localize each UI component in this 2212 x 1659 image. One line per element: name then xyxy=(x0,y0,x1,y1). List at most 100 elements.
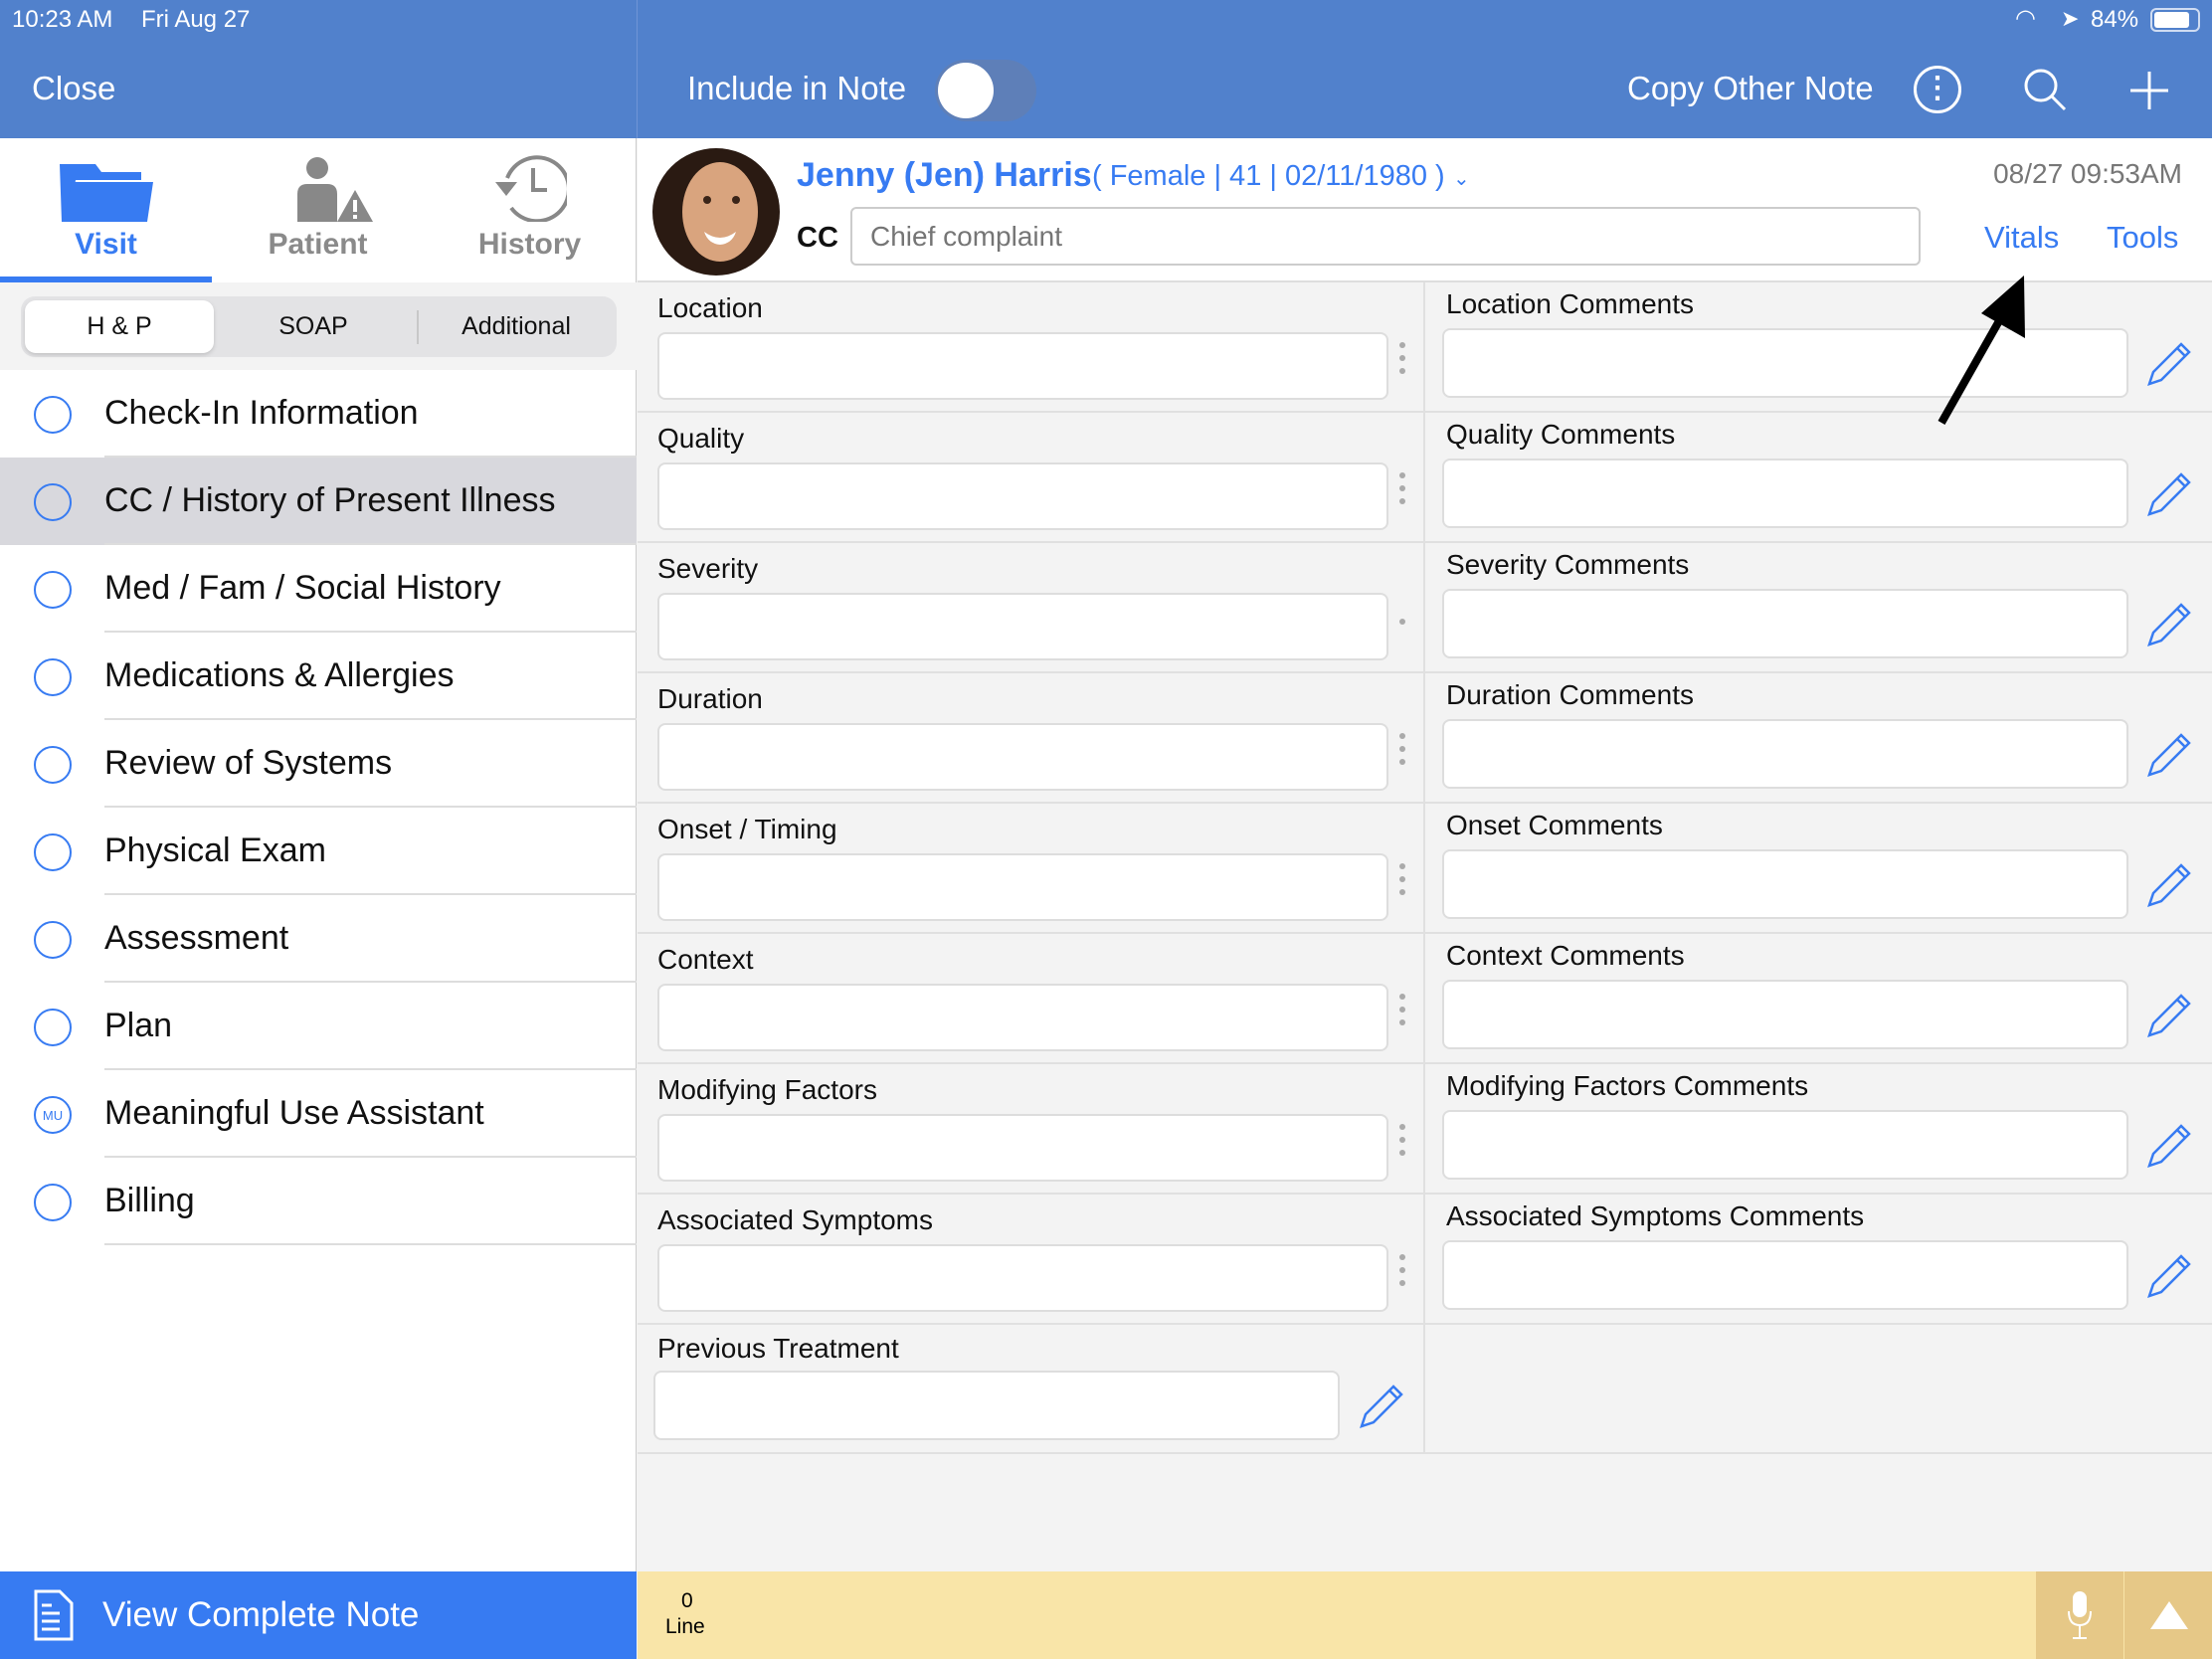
tab-visit[interactable]: Visit xyxy=(0,138,212,282)
segment-soap[interactable]: SOAP xyxy=(214,300,413,353)
include-in-note-toggle[interactable] xyxy=(935,60,1036,121)
expand-up-button[interactable] xyxy=(2124,1571,2212,1659)
sidebar-item-assessment[interactable]: Assessment xyxy=(0,895,637,983)
field-label: Onset / Timing xyxy=(657,814,837,844)
sidebar-item-check-in-information[interactable]: Check-In Information xyxy=(0,370,637,458)
sidebar-item-physical-exam[interactable]: Physical Exam xyxy=(0,808,637,895)
segment-additional[interactable]: Additional xyxy=(419,300,614,353)
field-label: Location xyxy=(657,292,763,323)
field-input[interactable] xyxy=(657,1244,1388,1312)
pencil-icon[interactable] xyxy=(2143,729,2195,781)
sidebar-item-label: Physical Exam xyxy=(104,831,326,869)
drag-handle-icon[interactable] xyxy=(1399,1254,1405,1293)
sidebar-item-medications-allergies[interactable]: Medications & Allergies xyxy=(0,633,637,720)
field-label: Severity xyxy=(657,553,759,584)
comments-input[interactable] xyxy=(1442,1110,2128,1180)
close-button[interactable]: Close xyxy=(32,70,115,107)
field-label: Context xyxy=(657,944,754,975)
sidebar: Visit Patient History H & P SOAP Additio… xyxy=(0,138,637,1571)
drag-handle-icon[interactable] xyxy=(1399,619,1405,632)
sidebar-item-plan[interactable]: Plan xyxy=(0,983,637,1070)
drag-handle-icon[interactable] xyxy=(1399,1124,1405,1163)
microphone-icon xyxy=(2068,1591,2092,1639)
comments-label: Associated Symptoms Comments xyxy=(1446,1200,1865,1231)
comments-input[interactable] xyxy=(1442,589,2128,658)
field-input[interactable] xyxy=(657,332,1388,400)
history-clock-icon xyxy=(34,571,72,609)
tab-history[interactable]: History xyxy=(424,138,636,282)
location-arrow-icon: ➤ xyxy=(2061,6,2080,31)
patient-alert-icon xyxy=(297,157,373,222)
comments-input[interactable] xyxy=(1442,719,2128,789)
line-label: Line xyxy=(665,1615,705,1638)
segmented-control: H & P SOAP Additional xyxy=(21,296,617,357)
line-count: 0 xyxy=(681,1589,693,1612)
chevron-down-icon[interactable]: ⌄ xyxy=(1453,166,1470,191)
pencil-icon[interactable] xyxy=(2143,468,2195,520)
field-label: Duration xyxy=(657,683,763,714)
form-row-previous-treatment: Previous Treatment xyxy=(638,1325,2212,1454)
patient-name[interactable]: Jenny (Jen) Harris xyxy=(797,156,1092,195)
sidebar-item-cc-history-of-present-illness[interactable]: CC / History of Present Illness xyxy=(0,458,637,545)
field-input[interactable] xyxy=(657,984,1388,1051)
comments-input[interactable] xyxy=(1442,849,2128,919)
history-icon xyxy=(495,155,567,222)
drag-handle-icon[interactable] xyxy=(1399,863,1405,902)
search-icon[interactable] xyxy=(2021,66,2071,115)
patient-details[interactable]: ( Female | 41 | 02/11/1980 ) xyxy=(1092,160,1445,193)
vitals-link[interactable]: Vitals xyxy=(1984,220,2059,256)
segment-hp[interactable]: H & P xyxy=(25,300,214,353)
form-row: Associated Symptoms Associated Symptoms … xyxy=(638,1195,2212,1325)
copy-other-note-button[interactable]: Copy Other Note xyxy=(1627,70,1874,107)
sidebar-item-label: Med / Fam / Social History xyxy=(104,569,501,607)
field-input[interactable] xyxy=(657,1114,1388,1182)
divider xyxy=(637,0,638,138)
comments-label: Duration Comments xyxy=(1446,679,1694,710)
body-figure-icon xyxy=(34,746,72,784)
field-label: Quality xyxy=(657,423,745,454)
field-input[interactable] xyxy=(657,853,1388,921)
field-input[interactable] xyxy=(657,462,1388,530)
comments-label: Onset Comments xyxy=(1446,810,1663,840)
pen-document-icon xyxy=(34,1009,72,1046)
drag-handle-icon[interactable] xyxy=(1399,733,1405,772)
tab-label: Visit xyxy=(75,228,137,261)
add-icon[interactable] xyxy=(2128,70,2170,111)
sidebar-item-review-of-systems[interactable]: Review of Systems xyxy=(0,720,637,808)
tools-link[interactable]: Tools xyxy=(2107,220,2178,256)
drag-handle-icon[interactable] xyxy=(1399,994,1405,1032)
patient-avatar[interactable] xyxy=(652,148,780,276)
comments-input[interactable] xyxy=(1442,1240,2128,1310)
drag-handle-icon[interactable] xyxy=(1399,342,1405,381)
comments-input[interactable] xyxy=(1442,980,2128,1049)
sidebar-item-label: Check-In Information xyxy=(104,394,419,432)
pencil-icon[interactable] xyxy=(2143,599,2195,650)
sidebar-item-meaningful-use-assistant[interactable]: MU Meaningful Use Assistant xyxy=(0,1070,637,1158)
comments-label: Modifying Factors Comments xyxy=(1446,1070,1809,1101)
pencil-icon[interactable] xyxy=(1356,1381,1407,1432)
mu-badge-icon: MU xyxy=(34,1096,72,1134)
form-row: Duration Duration Comments xyxy=(638,673,2212,804)
form-row: Context Context Comments xyxy=(638,934,2212,1064)
pencil-icon[interactable] xyxy=(2143,990,2195,1041)
chief-complaint-input[interactable] xyxy=(850,207,1921,266)
sidebar-item-billing[interactable]: Billing xyxy=(0,1158,637,1245)
microphone-button[interactable] xyxy=(2036,1571,2123,1659)
view-complete-note-button[interactable]: View Complete Note xyxy=(0,1571,637,1659)
field-input[interactable] xyxy=(657,593,1388,660)
sidebar-item-med-fam-social-history[interactable]: Med / Fam / Social History xyxy=(0,545,637,633)
more-options-icon[interactable]: ⋮ xyxy=(1914,66,1961,113)
comments-input[interactable] xyxy=(1442,459,2128,528)
previous-treatment-input[interactable] xyxy=(653,1371,1340,1440)
location-pin-icon xyxy=(34,396,72,434)
tab-patient[interactable]: Patient xyxy=(212,138,424,282)
pencil-icon[interactable] xyxy=(2143,338,2195,390)
document-icon xyxy=(34,1589,74,1641)
drag-handle-icon[interactable] xyxy=(1399,472,1405,511)
pencil-icon[interactable] xyxy=(2143,859,2195,911)
pencil-icon[interactable] xyxy=(2143,1120,2195,1172)
field-input[interactable] xyxy=(657,723,1388,791)
clipboard-checklist-icon xyxy=(34,921,72,959)
pencil-icon[interactable] xyxy=(2143,1250,2195,1302)
svg-text:MU: MU xyxy=(43,1108,63,1123)
